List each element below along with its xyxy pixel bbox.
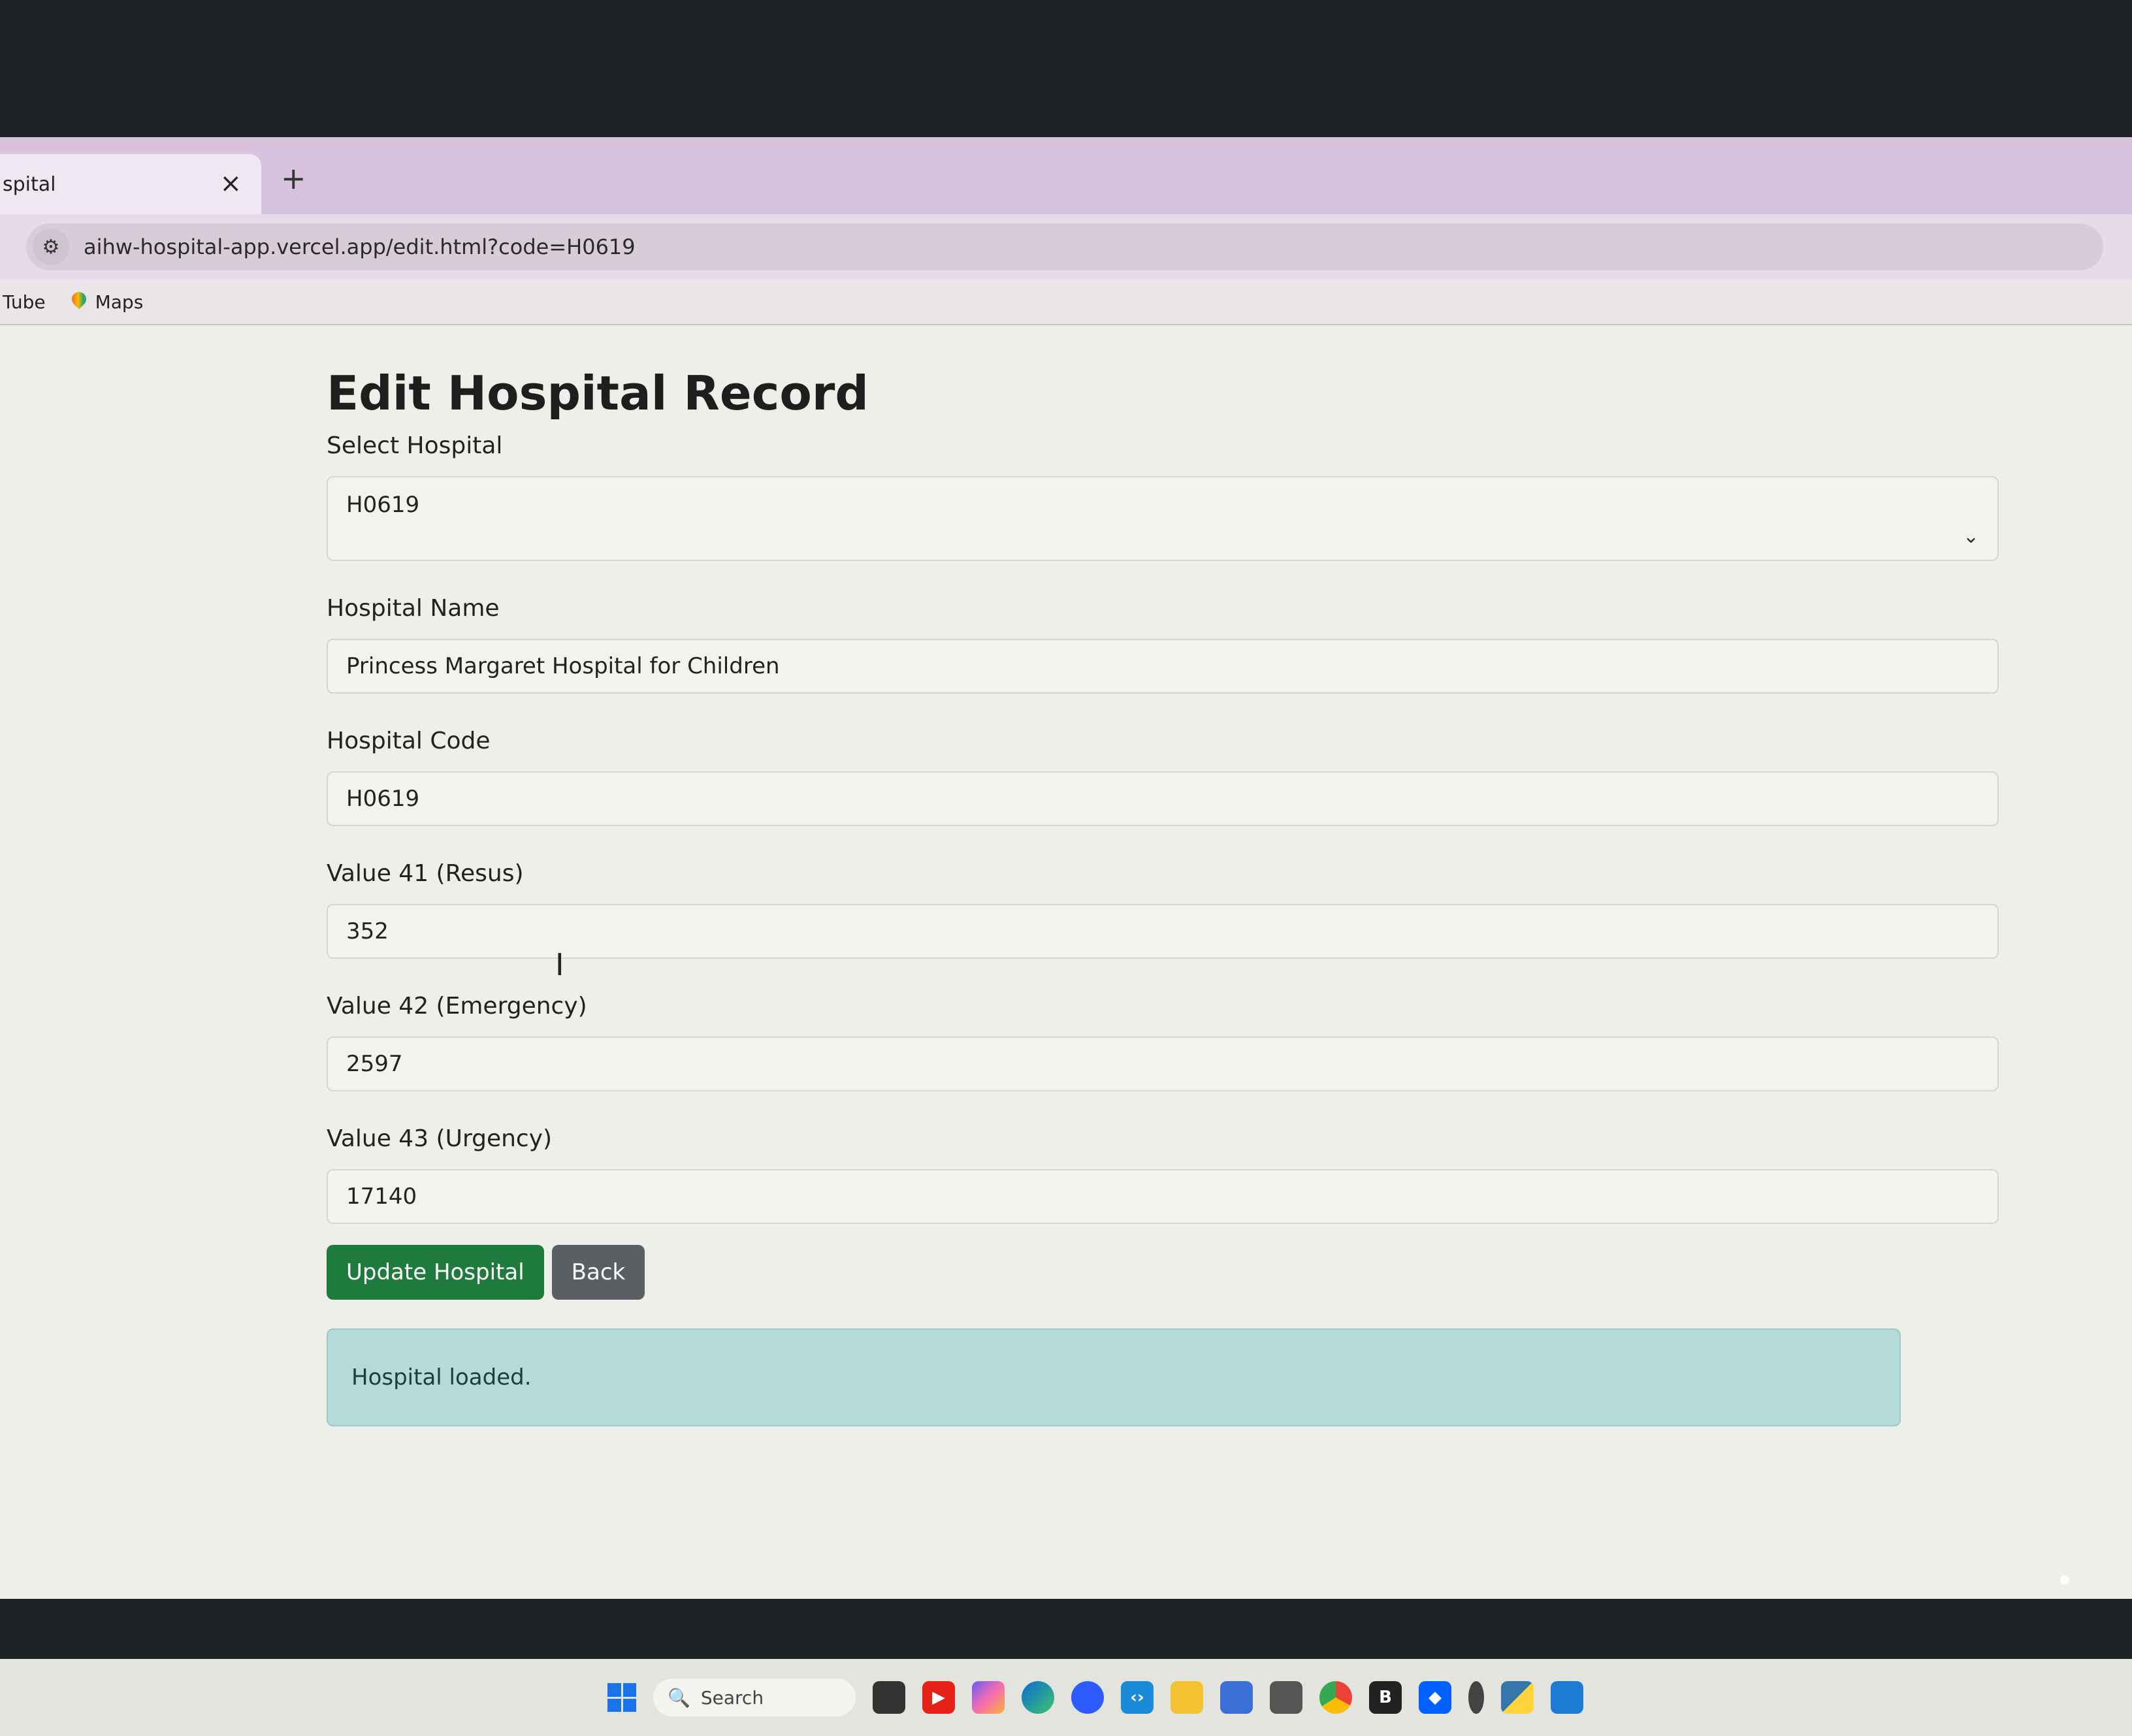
bookmark-label: Tube — [3, 291, 46, 313]
value41-input[interactable]: 352 — [327, 904, 1999, 959]
browser-window: spital × + ⚙ aihw-hospital-app.vercel.ap… — [0, 137, 2132, 1736]
chrome-icon[interactable] — [1319, 1681, 1352, 1714]
hospital-code-value: H0619 — [346, 786, 420, 812]
select-hospital-label: Select Hospital — [327, 432, 503, 459]
address-bar[interactable]: ⚙ aihw-hospital-app.vercel.app/edit.html… — [26, 223, 2103, 270]
bookmark-label: Maps — [95, 291, 144, 313]
maps-pin-icon — [72, 292, 86, 312]
tab-title: spital — [3, 172, 56, 196]
bookmark-youtube[interactable]: Tube — [3, 291, 46, 313]
value43-label: Value 43 (Urgency) — [327, 1125, 553, 1152]
youtube-icon[interactable]: ▶ — [922, 1681, 955, 1714]
new-tab-icon[interactable]: + — [281, 161, 306, 196]
hospital-code-input[interactable]: H0619 — [327, 771, 1999, 826]
app-dot-icon[interactable] — [1468, 1681, 1484, 1714]
python-icon[interactable] — [1501, 1681, 1534, 1714]
update-hospital-button[interactable]: Update Hospital — [327, 1245, 544, 1300]
search-icon: 🔍 — [668, 1686, 690, 1709]
status-message: Hospital loaded. — [351, 1364, 532, 1390]
file-explorer-icon[interactable] — [1171, 1681, 1203, 1714]
b-icon[interactable]: B — [1369, 1681, 1402, 1714]
address-toolbar: ⚙ aihw-hospital-app.vercel.app/edit.html… — [0, 214, 2132, 280]
value41-label: Value 41 (Resus) — [327, 860, 524, 887]
dropbox-icon[interactable]: ◆ — [1419, 1681, 1451, 1714]
edge-icon[interactable] — [1022, 1681, 1054, 1714]
taskbar-search[interactable]: 🔍 Search — [653, 1679, 856, 1716]
site-info-icon[interactable]: ⚙ — [33, 229, 69, 265]
store-icon[interactable] — [1220, 1681, 1253, 1714]
hospital-name-input[interactable]: Princess Margaret Hospital for Children — [327, 639, 1999, 694]
hospital-code-label: Hospital Code — [327, 728, 491, 754]
text-cursor-icon: I — [555, 947, 564, 982]
page-title: Edit Hospital Record — [327, 366, 869, 421]
value41-value: 352 — [346, 918, 389, 944]
notification-dot — [2060, 1575, 2069, 1584]
edit-hospital-form: Edit Hospital Record Select Hospital H06… — [327, 366, 2025, 1426]
status-alert: Hospital loaded. — [327, 1328, 1901, 1426]
value43-value: 17140 — [346, 1183, 417, 1210]
hospital-name-label: Hospital Name — [327, 595, 500, 622]
tab-strip: spital × + — [0, 137, 2132, 214]
value42-value: 2597 — [346, 1051, 403, 1077]
taskview-icon[interactable] — [873, 1681, 905, 1714]
url-text[interactable]: aihw-hospital-app.vercel.app/edit.html?c… — [84, 234, 636, 259]
tab-active[interactable]: spital × — [0, 154, 261, 214]
value42-input[interactable]: 2597 — [327, 1037, 1999, 1091]
app-icon[interactable] — [1270, 1681, 1302, 1714]
vscode-icon[interactable]: ‹› — [1121, 1681, 1154, 1714]
bookmarks-bar: Tube Maps — [0, 280, 2132, 325]
form-actions: Update Hospital Back — [327, 1245, 2025, 1300]
close-tab-icon[interactable]: × — [219, 169, 242, 199]
copilot-icon[interactable] — [972, 1681, 1005, 1714]
taskbar: 🔍 Search ▶ ‹› B ◆ — [0, 1659, 2132, 1736]
start-icon[interactable] — [607, 1683, 636, 1712]
taskbar-search-text: Search — [700, 1686, 764, 1709]
hospital-select[interactable]: H0619 ⌄ — [327, 476, 1999, 561]
zoom-icon[interactable] — [1071, 1681, 1104, 1714]
bookmark-maps[interactable]: Maps — [72, 291, 144, 313]
hospital-name-value: Princess Margaret Hospital for Children — [346, 653, 780, 679]
back-button[interactable]: Back — [551, 1245, 645, 1300]
app2-icon[interactable] — [1551, 1681, 1583, 1714]
value42-label: Value 42 (Emergency) — [327, 993, 587, 1020]
chevron-down-icon: ⌄ — [1962, 525, 1979, 548]
value43-input[interactable]: 17140 — [327, 1169, 1999, 1224]
hospital-select-value: H0619 — [346, 492, 420, 518]
